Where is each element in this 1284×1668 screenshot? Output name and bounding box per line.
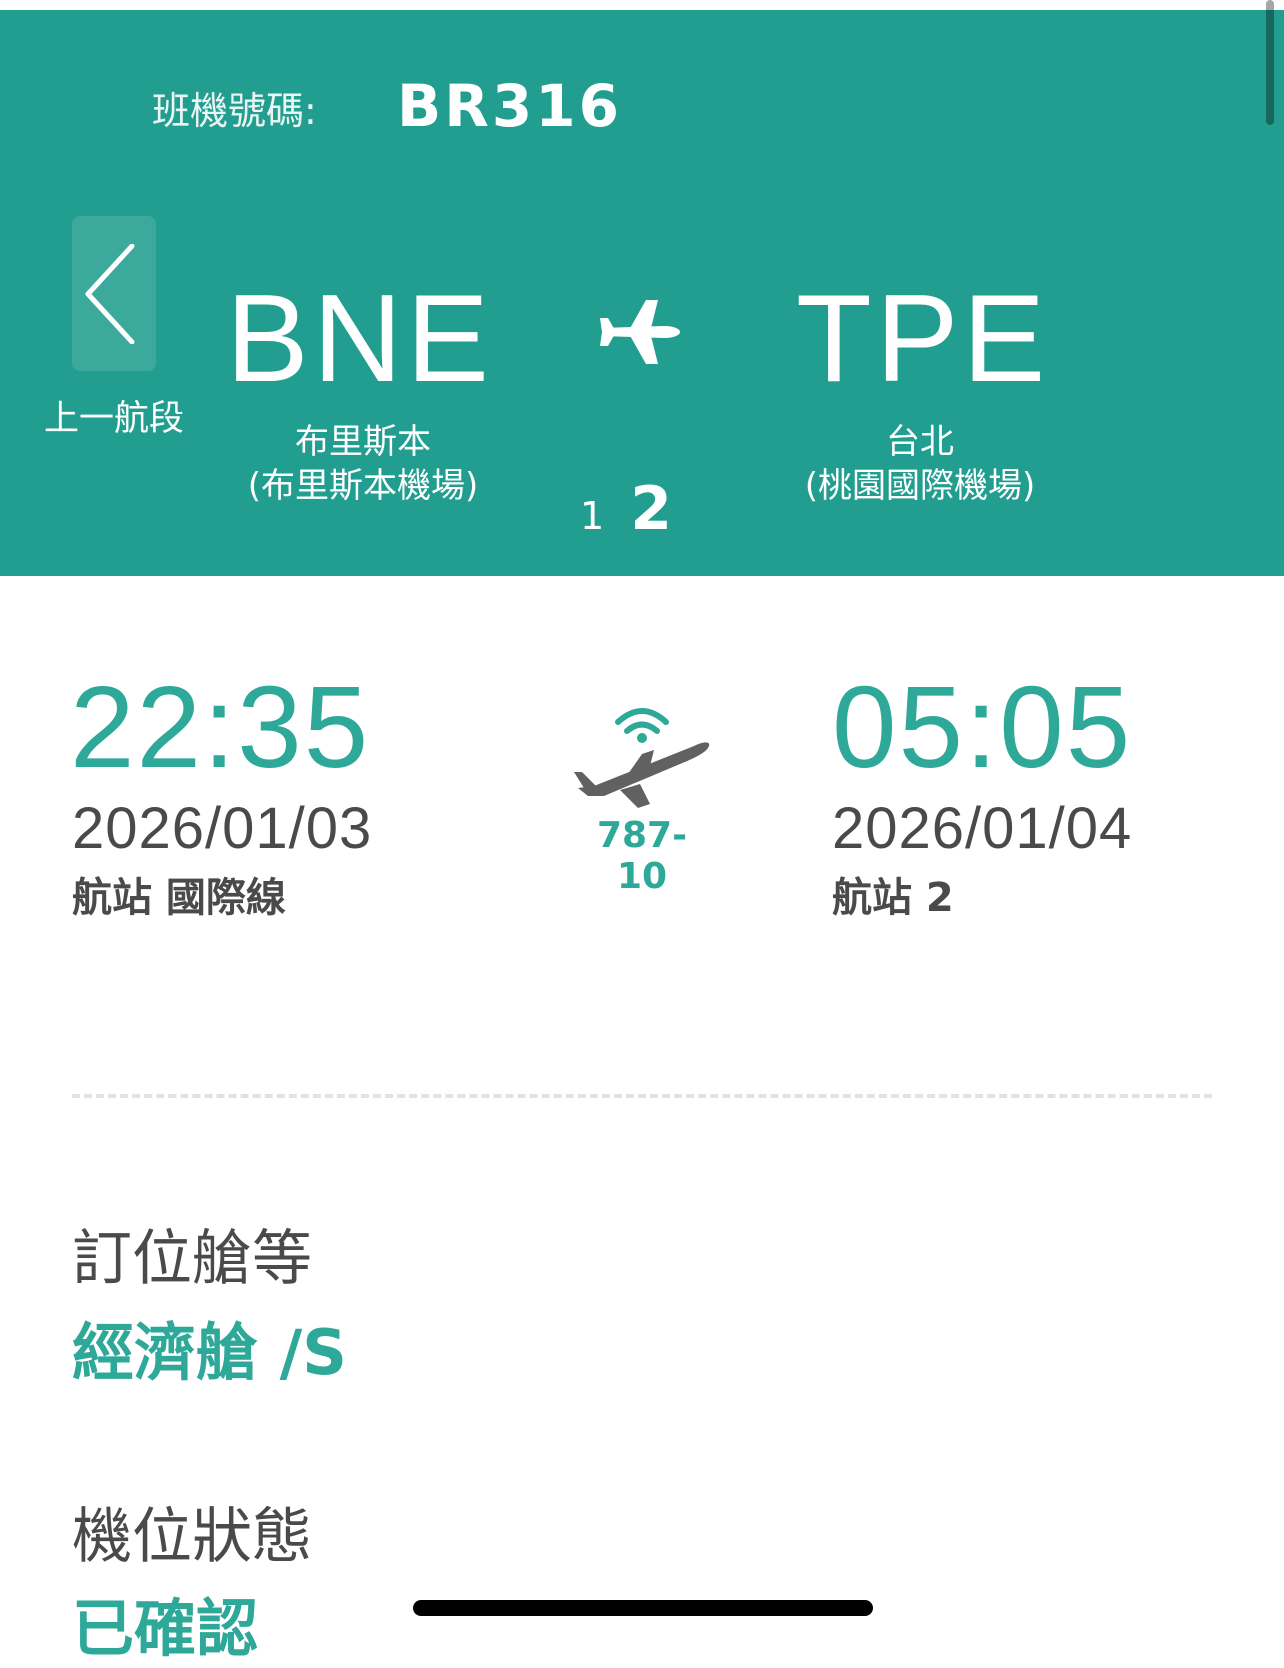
destination-city-name: 台北 xyxy=(886,422,954,462)
destination-code: TPE xyxy=(796,270,1050,408)
segment-2-current[interactable]: 2 xyxy=(630,474,672,544)
origin-code: BNE xyxy=(226,270,493,408)
airplane-icon xyxy=(600,300,680,364)
previous-segment-button[interactable] xyxy=(72,216,156,371)
cabin-class-value: 經濟艙 /S xyxy=(72,1316,347,1389)
wifi-airplane-icon xyxy=(574,708,710,808)
flight-number-label: 班機號碼: xyxy=(152,89,317,133)
flight-header: 班機號碼: BR316 上一航段 BNE 布里斯本 (布里斯本機場) 12 TP… xyxy=(0,10,1284,576)
segment-indicator[interactable]: 12 xyxy=(580,474,672,544)
segment-1[interactable]: 1 xyxy=(580,494,604,538)
arrival-terminal: 航站 2 xyxy=(832,875,954,921)
flight-number: BR316 xyxy=(397,72,622,140)
origin-city-name: 布里斯本 xyxy=(295,422,431,462)
home-indicator[interactable] xyxy=(413,1600,873,1616)
origin-city: 布里斯本 (布里斯本機場) xyxy=(213,420,513,508)
departure-terminal: 航站 國際線 xyxy=(72,875,286,921)
chevron-left-icon xyxy=(85,244,135,344)
section-divider xyxy=(72,1094,1212,1098)
origin-airport-name: (布里斯本機場) xyxy=(247,466,479,506)
destination-city: 台北 (桃園國際機場) xyxy=(770,420,1070,508)
arrival-time: 05:05 xyxy=(832,662,1133,792)
departure-date: 2026/01/03 xyxy=(72,796,373,861)
departure-time: 22:35 xyxy=(70,662,371,792)
scrollbar-thumb[interactable] xyxy=(1266,0,1274,125)
aircraft-type: 787-10 xyxy=(596,815,688,897)
arrival-date: 2026/01/04 xyxy=(832,796,1133,861)
destination-airport-name: (桃園國際機場) xyxy=(804,466,1036,506)
cabin-class-label: 訂位艙等 xyxy=(72,1224,312,1294)
seat-status-value: 已確認 xyxy=(72,1592,259,1665)
seat-status-label: 機位狀態 xyxy=(72,1502,312,1572)
previous-segment-label[interactable]: 上一航段 xyxy=(38,390,190,441)
